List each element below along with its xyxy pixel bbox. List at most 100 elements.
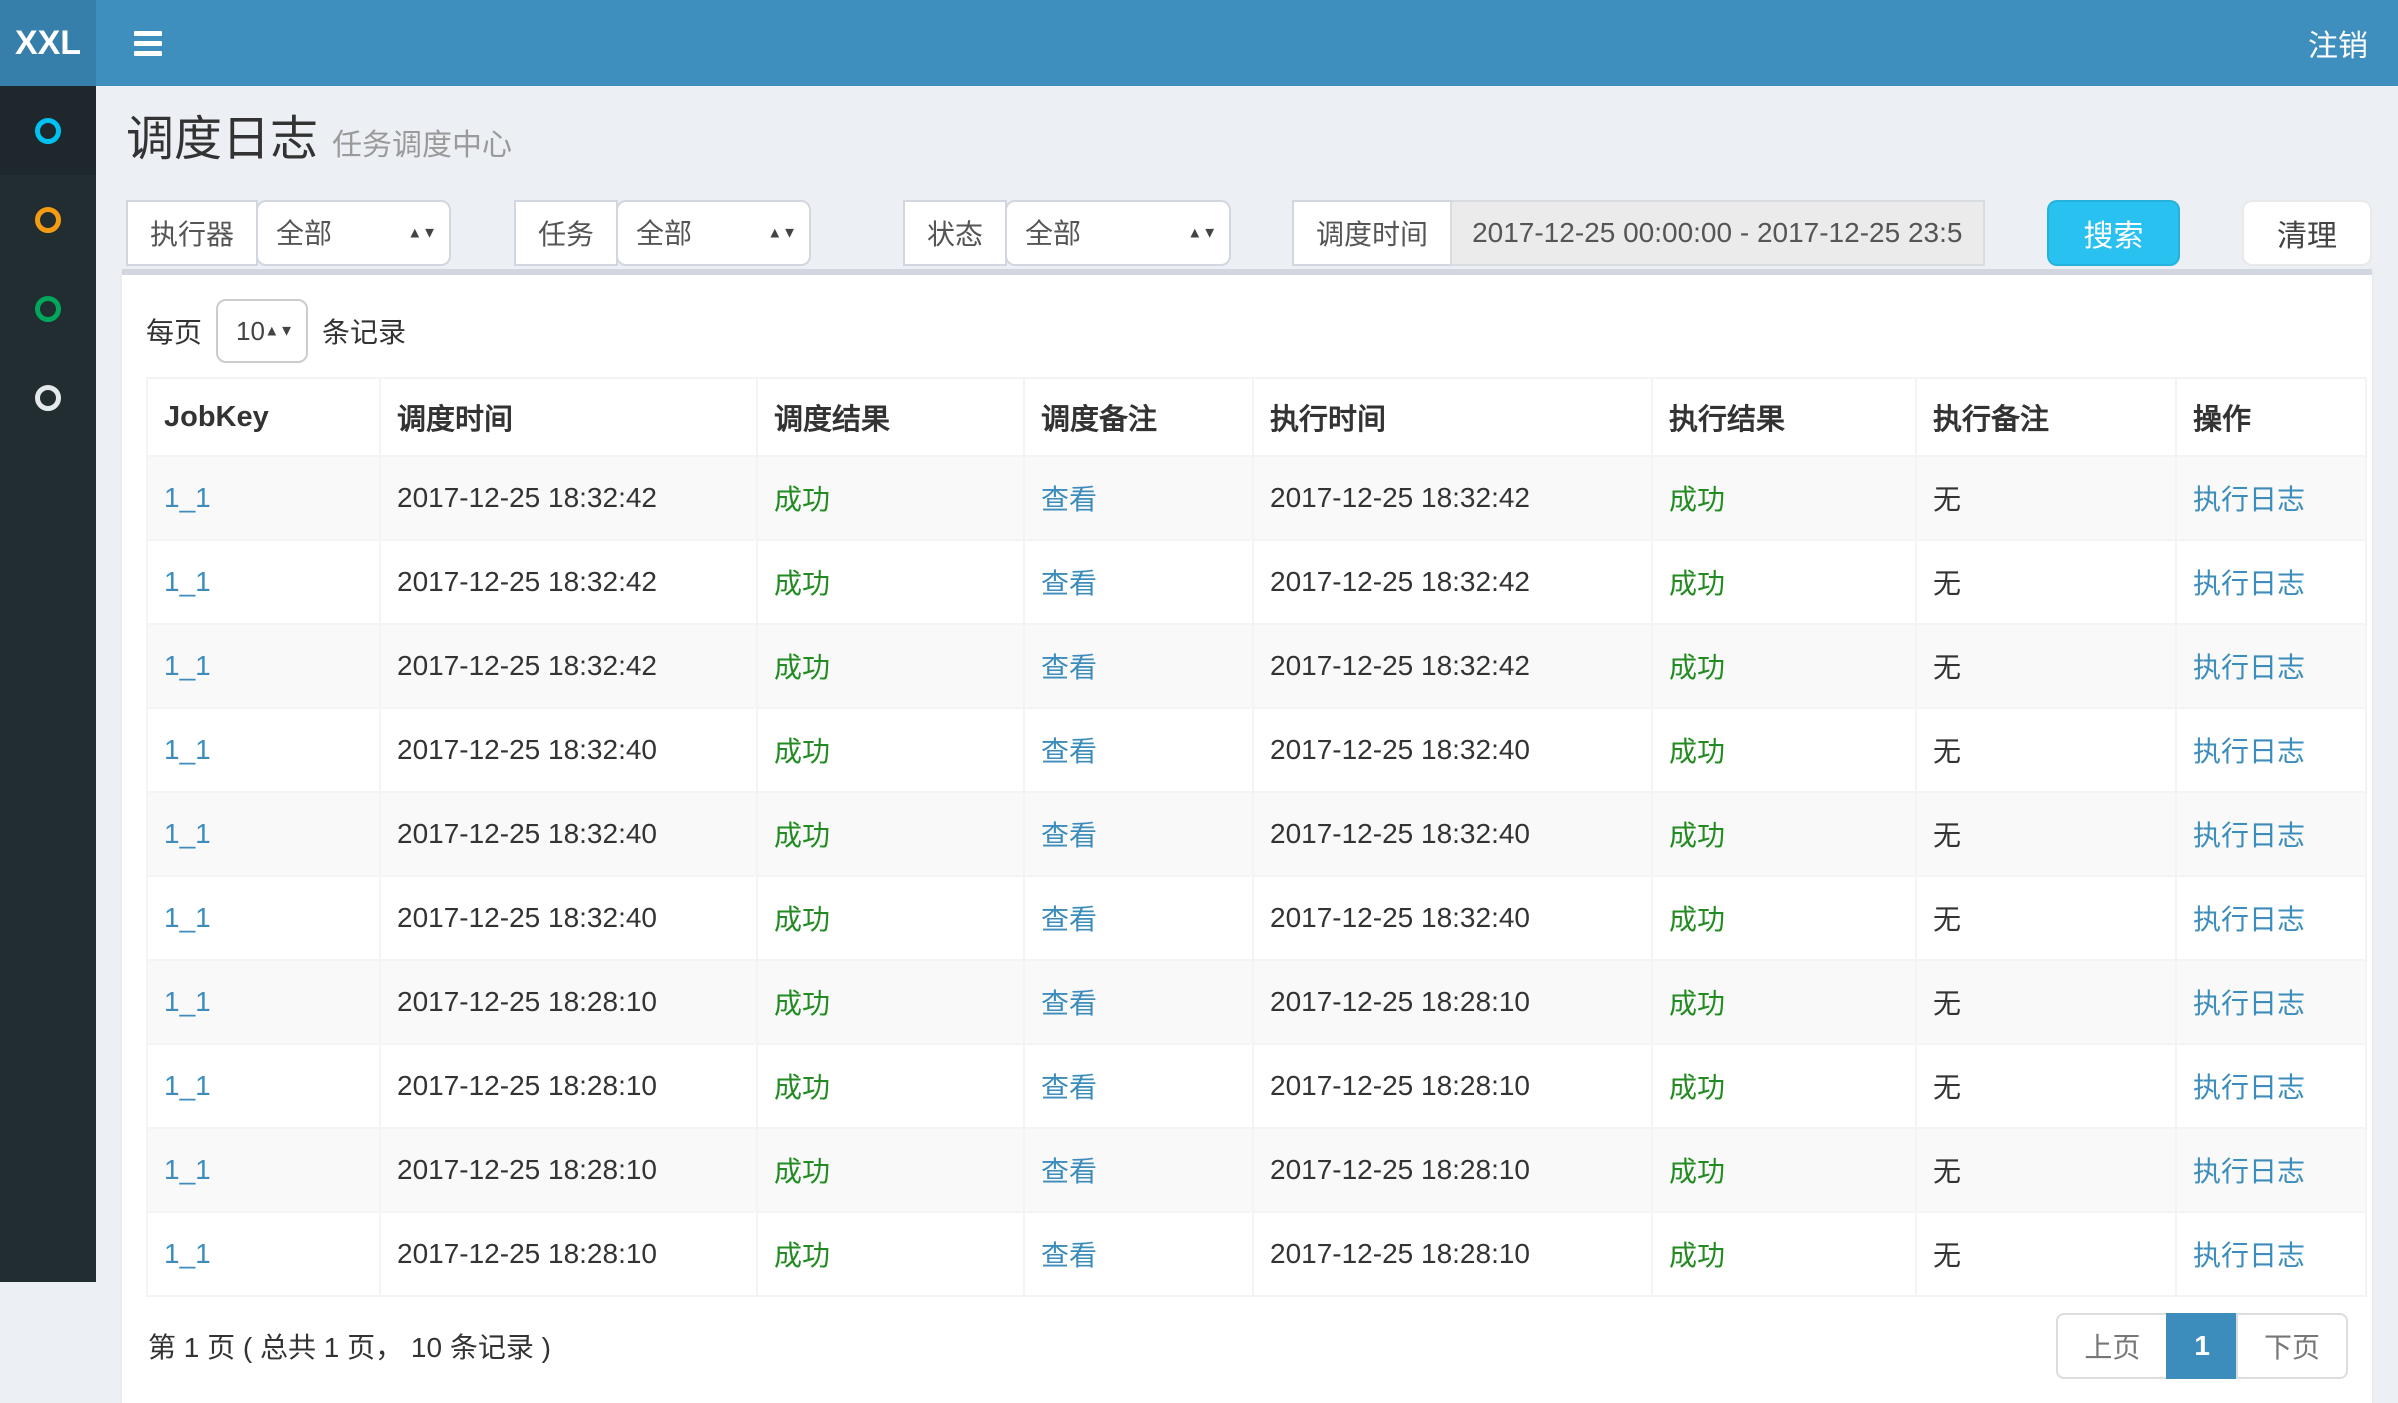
execution-log-link[interactable]: 执行日志 bbox=[2193, 484, 2305, 515]
column-header-2: 调度时间 bbox=[380, 378, 757, 456]
view-link[interactable]: 查看 bbox=[1041, 904, 1097, 935]
cell-handle-time: 2017-12-25 18:28:10 bbox=[1253, 1044, 1652, 1128]
cell-trigger-msg: 查看 bbox=[1024, 540, 1253, 624]
jobkey-link[interactable]: 1_1 bbox=[164, 482, 211, 513]
sidebar-toggle-button[interactable] bbox=[116, 0, 180, 86]
cell-handle-time: 2017-12-25 18:32:40 bbox=[1253, 792, 1652, 876]
pagination-next-button[interactable]: 下页 bbox=[2236, 1313, 2348, 1379]
jobkey-link[interactable]: 1_1 bbox=[164, 650, 211, 681]
view-link[interactable]: 查看 bbox=[1041, 652, 1097, 683]
jobkey-link[interactable]: 1_1 bbox=[164, 818, 211, 849]
hamburger-icon bbox=[134, 51, 162, 56]
executor-filter-select[interactable]: 全部 bbox=[256, 200, 451, 266]
cell-jobkey: 1_1 bbox=[147, 624, 380, 708]
clear-button[interactable]: 清理 bbox=[2242, 200, 2372, 266]
cell-handle-msg: 无 bbox=[1916, 624, 2176, 708]
cell-action: 执行日志 bbox=[2176, 1128, 2366, 1212]
hamburger-icon bbox=[134, 41, 162, 46]
jobkey-link[interactable]: 1_1 bbox=[164, 1154, 211, 1185]
cell-handle-result: 成功 bbox=[1652, 1212, 1916, 1296]
jobkey-link[interactable]: 1_1 bbox=[164, 734, 211, 765]
cell-jobkey: 1_1 bbox=[147, 1044, 380, 1128]
cell-jobkey: 1_1 bbox=[147, 792, 380, 876]
logout-link[interactable]: 注销 bbox=[2278, 0, 2398, 86]
jobkey-link[interactable]: 1_1 bbox=[164, 566, 211, 597]
jobkey-link[interactable]: 1_1 bbox=[164, 902, 211, 933]
app-logo[interactable]: XXL bbox=[0, 0, 96, 86]
view-link[interactable]: 查看 bbox=[1041, 568, 1097, 599]
cell-handle-result: 成功 bbox=[1652, 960, 1916, 1044]
execution-log-link[interactable]: 执行日志 bbox=[2193, 568, 2305, 599]
pagination-info: 第 1 页 ( 总共 1 页， 10 条记录 ) bbox=[146, 1326, 551, 1366]
execution-log-link[interactable]: 执行日志 bbox=[2193, 904, 2305, 935]
job-filter-group: 任务 全部 ▲▼ bbox=[514, 200, 811, 266]
view-link[interactable]: 查看 bbox=[1041, 988, 1097, 1019]
circle-yellow-icon bbox=[35, 207, 61, 233]
page-header: 调度日志 任务调度中心 bbox=[122, 86, 2372, 170]
column-header-6: 执行结果 bbox=[1652, 378, 1916, 456]
search-button[interactable]: 搜索 bbox=[2047, 200, 2180, 266]
status-filter-group: 状态 全部 ▲▼ bbox=[903, 200, 1231, 266]
trigger-time-range-input[interactable] bbox=[1450, 200, 1985, 266]
cell-handle-msg: 无 bbox=[1916, 1212, 2176, 1296]
execution-log-link[interactable]: 执行日志 bbox=[2193, 736, 2305, 767]
cell-handle-msg: 无 bbox=[1916, 540, 2176, 624]
log-table-header: JobKey调度时间调度结果调度备注执行时间执行结果执行备注操作 bbox=[147, 378, 2366, 456]
cell-trigger-time: 2017-12-25 18:32:42 bbox=[380, 456, 757, 540]
status-filter-label: 状态 bbox=[903, 200, 1007, 266]
cell-action: 执行日志 bbox=[2176, 624, 2366, 708]
view-link[interactable]: 查看 bbox=[1041, 820, 1097, 851]
log-table: JobKey调度时间调度结果调度备注执行时间执行结果执行备注操作 1_1 201… bbox=[146, 377, 2367, 1297]
execution-log-link[interactable]: 执行日志 bbox=[2193, 1072, 2305, 1103]
cell-action: 执行日志 bbox=[2176, 1044, 2366, 1128]
execution-log-link[interactable]: 执行日志 bbox=[2193, 820, 2305, 851]
pagination-prev-button[interactable]: 上页 bbox=[2056, 1313, 2168, 1379]
view-link[interactable]: 查看 bbox=[1041, 484, 1097, 515]
execution-log-link[interactable]: 执行日志 bbox=[2193, 988, 2305, 1019]
jobkey-link[interactable]: 1_1 bbox=[164, 1238, 211, 1269]
execution-log-link[interactable]: 执行日志 bbox=[2193, 1240, 2305, 1271]
column-header-1: JobKey bbox=[147, 378, 380, 456]
table-row: 1_1 2017-12-25 18:28:10 成功 查看 2017-12-25… bbox=[147, 960, 2366, 1044]
view-link[interactable]: 查看 bbox=[1041, 736, 1097, 767]
execution-log-link[interactable]: 执行日志 bbox=[2193, 652, 2305, 683]
cell-trigger-result: 成功 bbox=[757, 960, 1024, 1044]
executor-filter-group: 执行器 全部 ▲▼ bbox=[126, 200, 451, 266]
cell-handle-msg: 无 bbox=[1916, 1128, 2176, 1212]
sidebar-item-1[interactable] bbox=[0, 86, 96, 175]
jobkey-link[interactable]: 1_1 bbox=[164, 1070, 211, 1101]
cell-action: 执行日志 bbox=[2176, 876, 2366, 960]
cell-jobkey: 1_1 bbox=[147, 960, 380, 1044]
cell-trigger-time: 2017-12-25 18:28:10 bbox=[380, 1212, 757, 1296]
sidebar-item-2[interactable] bbox=[0, 175, 96, 264]
sidebar-item-3[interactable] bbox=[0, 264, 96, 353]
table-row: 1_1 2017-12-25 18:28:10 成功 查看 2017-12-25… bbox=[147, 1128, 2366, 1212]
column-header-3: 调度结果 bbox=[757, 378, 1024, 456]
view-link[interactable]: 查看 bbox=[1041, 1240, 1097, 1271]
execution-log-link[interactable]: 执行日志 bbox=[2193, 1156, 2305, 1187]
cell-handle-msg: 无 bbox=[1916, 1044, 2176, 1128]
view-link[interactable]: 查看 bbox=[1041, 1072, 1097, 1103]
pagination-page-1-button[interactable]: 1 bbox=[2166, 1313, 2238, 1379]
jobkey-link[interactable]: 1_1 bbox=[164, 986, 211, 1017]
status-filter-select[interactable]: 全部 bbox=[1005, 200, 1231, 266]
filter-toolbar: 执行器 全部 ▲▼ 任务 全部 ▲▼ 状态 全部 bbox=[122, 200, 2372, 266]
cell-handle-msg: 无 bbox=[1916, 456, 2176, 540]
cell-handle-result: 成功 bbox=[1652, 456, 1916, 540]
main-content: 调度日志 任务调度中心 执行器 全部 ▲▼ 任务 全部 ▲▼ 状态 bbox=[96, 86, 2398, 1282]
column-header-5: 执行时间 bbox=[1253, 378, 1652, 456]
job-filter-select[interactable]: 全部 bbox=[616, 200, 811, 266]
cell-jobkey: 1_1 bbox=[147, 1212, 380, 1296]
cell-handle-result: 成功 bbox=[1652, 876, 1916, 960]
executor-filter-label: 执行器 bbox=[126, 200, 258, 266]
view-link[interactable]: 查看 bbox=[1041, 1156, 1097, 1187]
page-length-select[interactable]: 10 bbox=[216, 299, 308, 363]
sidebar-item-4[interactable] bbox=[0, 353, 96, 442]
cell-trigger-result: 成功 bbox=[757, 876, 1024, 960]
table-row: 1_1 2017-12-25 18:32:40 成功 查看 2017-12-25… bbox=[147, 708, 2366, 792]
page-length-control: 每页 10 ▲▼ 条记录 bbox=[146, 299, 2348, 363]
cell-trigger-msg: 查看 bbox=[1024, 456, 1253, 540]
cell-action: 执行日志 bbox=[2176, 1212, 2366, 1296]
cell-trigger-msg: 查看 bbox=[1024, 1128, 1253, 1212]
cell-trigger-time: 2017-12-25 18:32:40 bbox=[380, 708, 757, 792]
